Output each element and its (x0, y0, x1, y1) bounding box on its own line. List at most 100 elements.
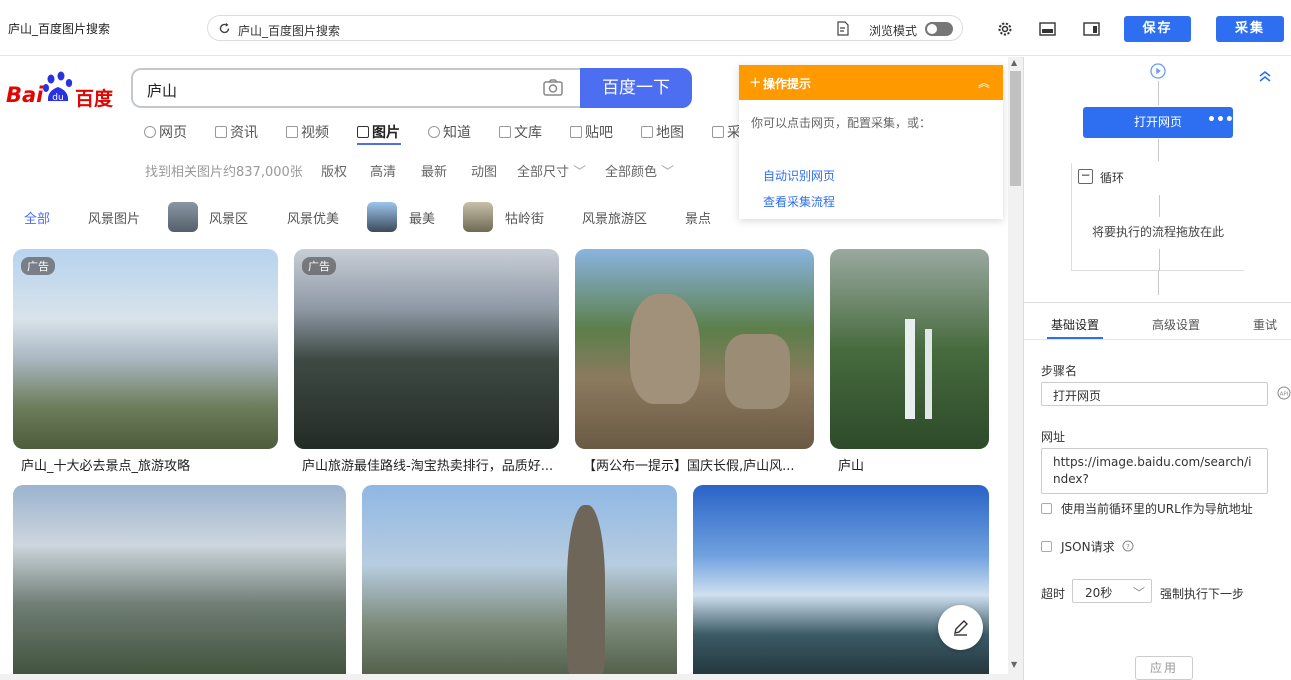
category-all[interactable]: 全部 (24, 208, 50, 227)
category-thumb[interactable] (463, 202, 493, 232)
tab-advanced-settings[interactable]: 高级设置 (1152, 316, 1200, 333)
chevron-down-icon: ﹀ (1133, 586, 1146, 600)
scroll-down-icon[interactable]: ▼ (1011, 660, 1017, 669)
browser-viewport[interactable]: Bai du 百度 庐山 百度一下 网页 资讯 视频 图片 知道 文库 贴吧 地… (0, 57, 1023, 680)
result-count: 找到相关图片约837,000张 (145, 165, 303, 180)
camera-icon[interactable] (543, 79, 563, 96)
image-caption[interactable]: 【两公布一提示】国庆长假,庐山风... (583, 455, 813, 474)
tab-wenku[interactable]: 文库 (499, 122, 542, 142)
image-result[interactable] (693, 485, 989, 680)
scroll-up-icon[interactable]: ▲ (1011, 58, 1017, 67)
tab-web[interactable]: 网页 (144, 122, 187, 142)
category-scenic-area[interactable]: 风景区 (209, 208, 248, 227)
tab-video[interactable]: 视频 (286, 122, 329, 142)
help-icon[interactable]: ? (1122, 540, 1134, 552)
address-bar[interactable]: 庐山_百度图片搜索 浏览模式 (207, 15, 963, 41)
question-icon (428, 126, 440, 138)
filter-copyright[interactable]: 版权 (321, 161, 347, 180)
collapse-up-icon[interactable] (1258, 69, 1272, 83)
save-button[interactable]: 保存 (1124, 16, 1191, 42)
horizontal-scrollbar[interactable] (0, 674, 1008, 680)
tab-map[interactable]: 地图 (641, 122, 684, 142)
workflow-panel: 打开网页 ••• − 循环 将要执行的流程拖放在此 基础设置 高级设置 重试 步… (1023, 57, 1291, 680)
image-caption[interactable]: 庐山_十大必去景点_旅游攻略 (21, 455, 276, 474)
plus-icon: + (749, 73, 762, 91)
category-thumb[interactable] (367, 202, 397, 232)
image-result[interactable] (575, 249, 814, 449)
tips-header[interactable]: + 操作提示 ︽ (739, 65, 1003, 100)
tab-retry[interactable]: 重试 (1253, 316, 1277, 333)
filter-color[interactable]: 全部颜色 ﹀ (605, 161, 674, 180)
image-result[interactable] (830, 249, 989, 449)
svg-text:API: API (1280, 392, 1289, 398)
chevron-down-icon: ﹀ (573, 165, 587, 180)
api-icon[interactable]: API (1277, 386, 1291, 400)
map-icon (641, 126, 653, 138)
collect-button[interactable]: 采集 (1216, 16, 1284, 42)
image-result[interactable] (362, 485, 677, 680)
category-beautiful[interactable]: 风景优美 (287, 208, 339, 227)
layout-side-icon[interactable] (1083, 22, 1100, 36)
tab-tieba[interactable]: 贴吧 (570, 122, 613, 142)
vertical-scrollbar[interactable]: ▲ ▼ (1008, 57, 1023, 680)
doc-icon (499, 126, 511, 138)
baidu-logo[interactable]: Bai du 百度 (6, 71, 118, 111)
tab-basic-settings[interactable]: 基础设置 (1051, 316, 1099, 333)
category-scenery[interactable]: 风景图片 (88, 208, 140, 227)
category-spots[interactable]: 景点 (685, 208, 711, 227)
top-bar: 庐山_百度图片搜索 庐山_百度图片搜索 浏览模式 保存 采集 (0, 0, 1291, 56)
scrollbar-thumb[interactable] (1010, 71, 1021, 186)
tips-title: 操作提示 (763, 77, 812, 91)
flow-node-open-page[interactable]: 打开网页 ••• (1083, 105, 1234, 138)
image-result[interactable]: 广告 (13, 249, 278, 449)
baidu-search-input[interactable]: 庐山 (131, 68, 581, 108)
image-caption[interactable]: 庐山旅游最佳路线-淘宝热卖排行，品质好... (302, 455, 557, 474)
category-guling-street[interactable]: 牯岭街 (505, 208, 544, 227)
more-icon[interactable]: ••• (1207, 105, 1234, 136)
view-flow-link[interactable]: 查看采集流程 (763, 193, 835, 210)
filter-hd[interactable]: 高清 (370, 161, 396, 180)
image-caption[interactable]: 庐山 (838, 455, 988, 474)
layout-bottom-icon[interactable] (1039, 22, 1056, 36)
browse-mode-toggle[interactable] (925, 22, 953, 36)
apply-button[interactable]: 应用 (1135, 656, 1193, 680)
use-loop-url-label: 使用当前循环里的URL作为导航地址 (1061, 502, 1253, 516)
flow-loop-container[interactable]: − 循环 将要执行的流程拖放在此 (1071, 163, 1244, 271)
category-thumb[interactable] (168, 202, 198, 232)
tab-more[interactable]: 采 (712, 122, 741, 142)
step-name-label: 步骤名 (1041, 364, 1078, 378)
filter-animated[interactable]: 动图 (471, 161, 497, 180)
ad-badge: 广告 (302, 257, 336, 275)
image-result[interactable]: 广告 (294, 249, 559, 449)
ad-badge: 广告 (21, 257, 55, 275)
drop-hint: 将要执行的流程拖放在此 (1092, 225, 1225, 239)
baidu-search-button[interactable]: 百度一下 (580, 68, 692, 108)
url-textarea[interactable]: https://image.baidu.com/search/index? (1041, 448, 1268, 494)
filter-latest[interactable]: 最新 (421, 161, 447, 180)
json-request-checkbox[interactable] (1041, 541, 1052, 552)
step-name-input[interactable]: 打开网页 (1041, 382, 1268, 406)
video-icon (286, 126, 298, 138)
collapse-icon[interactable]: ︽ (978, 74, 990, 91)
category-most-beautiful[interactable]: 最美 (409, 208, 435, 227)
category-tourism[interactable]: 风景旅游区 (582, 208, 647, 227)
url-label: 网址 (1041, 430, 1066, 444)
tab-zhidao[interactable]: 知道 (428, 122, 471, 142)
filter-size[interactable]: 全部尺寸 ﹀ (517, 161, 586, 180)
tab-images[interactable]: 图片 (357, 122, 400, 142)
json-request-label: JSON请求 (1061, 540, 1115, 554)
reload-icon[interactable] (218, 22, 231, 35)
edit-button[interactable] (938, 605, 983, 650)
document-icon[interactable] (836, 21, 850, 36)
window-title: 庐山_百度图片搜索 (8, 22, 111, 36)
collapse-minus-icon[interactable]: − (1078, 169, 1093, 184)
image-result[interactable] (13, 485, 346, 680)
auto-detect-link[interactable]: 自动识别网页 (763, 167, 835, 184)
use-loop-url-checkbox[interactable] (1041, 503, 1052, 514)
tab-news[interactable]: 资讯 (215, 122, 258, 142)
timeout-select[interactable]: 20秒 ﹀ (1072, 579, 1152, 603)
play-icon[interactable] (1150, 63, 1166, 79)
tips-popup: + 操作提示 ︽ 你可以点击网页，配置采集，或： 自动识别网页 查看采集流程 (739, 65, 1003, 219)
chevron-down-icon: ﹀ (661, 165, 675, 180)
gear-icon[interactable] (997, 21, 1013, 37)
